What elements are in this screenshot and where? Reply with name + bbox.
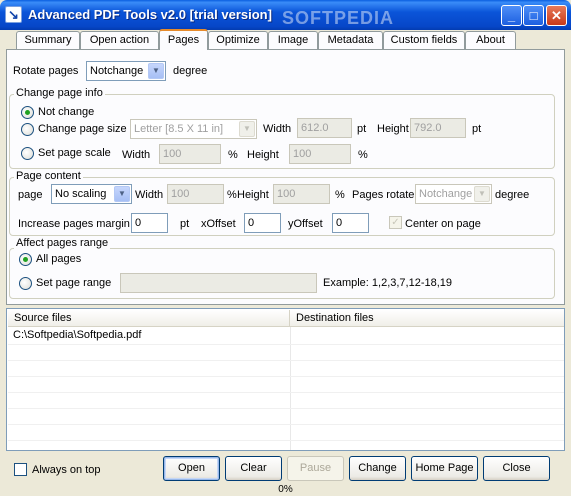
page-height-input[interactable]: 792.0	[410, 118, 466, 138]
column-divider	[290, 327, 291, 450]
softpedia-watermark: SOFTPEDIA	[282, 8, 395, 28]
chevron-down-icon[interactable]: ▼	[474, 186, 490, 202]
close-button[interactable]: Close	[483, 456, 550, 481]
chevron-down-icon[interactable]: ▼	[239, 121, 255, 137]
page-scaling-value: No scaling	[55, 188, 107, 200]
tab-image[interactable]: Image	[268, 31, 318, 49]
not-change-radio[interactable]	[21, 106, 34, 119]
chevron-down-icon[interactable]: ▼	[114, 186, 130, 202]
content-height-input[interactable]: 100	[273, 184, 330, 204]
set-page-range-label[interactable]: Set page range	[36, 277, 111, 289]
rotate-pages-unit: degree	[173, 65, 208, 77]
tab-custom-fields[interactable]: Custom fields	[383, 31, 465, 49]
xoffset-label: xOffset	[201, 218, 236, 230]
page-width-unit: pt	[357, 123, 367, 135]
page-content-legend: Page content	[14, 170, 83, 182]
pages-rotate-value: Notchange	[419, 188, 473, 200]
page-range-input[interactable]	[120, 273, 317, 293]
content-width-input[interactable]: 100	[167, 184, 224, 204]
clear-button[interactable]: Clear	[225, 456, 282, 481]
not-change-label[interactable]: Not change	[38, 106, 94, 118]
content-width-label: Width	[135, 189, 164, 201]
row-gridline	[8, 344, 564, 345]
row-gridline	[8, 376, 564, 377]
change-page-size-radio[interactable]	[21, 123, 34, 136]
pause-button[interactable]: Pause	[287, 456, 344, 481]
home-page-button[interactable]: Home Page	[411, 456, 478, 481]
margin-label: Increase pages margin	[18, 218, 130, 230]
destination-files-header[interactable]: Destination files	[290, 310, 564, 327]
page-width-input[interactable]: 612.0	[297, 118, 352, 138]
tab-metadata[interactable]: Metadata	[318, 31, 383, 49]
page-size-select[interactable]: Letter [8.5 X 11 in] ▼	[130, 119, 257, 139]
page-height-label: Height	[377, 123, 409, 135]
scale-width-input[interactable]: 100	[159, 144, 221, 164]
file-list[interactable]: Source files Destination files C:\Softpe…	[6, 308, 565, 451]
page-scaling-label: page	[18, 189, 43, 201]
chevron-down-icon[interactable]: ▼	[148, 63, 164, 79]
set-page-scale-radio[interactable]	[21, 147, 34, 160]
maximize-button[interactable]: □	[523, 5, 544, 26]
scale-height-unit: %	[358, 149, 368, 161]
row-gridline	[8, 360, 564, 361]
scale-height-input[interactable]: 100	[289, 144, 351, 164]
content-height-unit: %	[335, 189, 345, 201]
row-gridline	[8, 392, 564, 393]
scale-height-label: Height	[247, 149, 279, 161]
tab-summary[interactable]: Summary	[16, 31, 80, 49]
row-gridline	[8, 424, 564, 425]
page-scaling-select[interactable]: No scaling ▼	[51, 184, 132, 204]
row-gridline	[8, 440, 564, 441]
pages-rotate-select[interactable]: Notchange ▼	[415, 184, 492, 204]
center-on-page-label[interactable]: Center on page	[405, 218, 481, 230]
always-on-top-checkbox[interactable]	[14, 463, 27, 476]
page-width-label: Width	[263, 123, 292, 135]
source-files-header[interactable]: Source files	[8, 310, 290, 327]
margin-unit: pt	[180, 218, 190, 230]
content-width-unit: %	[227, 189, 237, 201]
table-row-source[interactable]: C:\Softpedia\Softpedia.pdf	[13, 329, 141, 341]
tab-open-action[interactable]: Open action	[80, 31, 159, 49]
page-size-value: Letter [8.5 X 11 in]	[134, 123, 224, 135]
set-page-range-radio[interactable]	[19, 277, 32, 290]
affect-range-legend: Affect pages range	[14, 237, 111, 249]
app-icon: ↘	[5, 6, 22, 23]
all-pages-label[interactable]: All pages	[36, 253, 81, 265]
pages-rotate-label: Pages rotate	[352, 189, 415, 201]
tab-optimize[interactable]: Optimize	[208, 31, 268, 49]
xoffset-input[interactable]: 0	[244, 213, 281, 233]
scale-width-label: Width	[122, 149, 151, 161]
close-window-button[interactable]: ✕	[546, 5, 567, 26]
all-pages-radio[interactable]	[19, 253, 32, 266]
yoffset-input[interactable]: 0	[332, 213, 369, 233]
pages-rotate-unit: degree	[495, 189, 530, 201]
change-button[interactable]: Change	[349, 456, 406, 481]
change-page-info-legend: Change page info	[14, 87, 105, 99]
content-height-label: Height	[237, 189, 269, 201]
window-title: Advanced PDF Tools v2.0 [trial version]	[28, 7, 272, 22]
tab-pages[interactable]: Pages	[159, 29, 208, 50]
progress-status: 0%	[278, 484, 293, 495]
open-button[interactable]: Open	[163, 456, 220, 481]
change-page-size-label[interactable]: Change page size	[38, 123, 127, 135]
rotate-pages-value: Notchange	[90, 65, 144, 77]
rotate-pages-select[interactable]: Notchange ▼	[86, 61, 166, 81]
tab-about[interactable]: About	[465, 31, 516, 49]
scale-width-unit: %	[228, 149, 238, 161]
yoffset-label: yOffset	[288, 218, 323, 230]
center-on-page-checkbox[interactable]: ✓	[389, 216, 402, 229]
rotate-pages-label: Rotate pages	[13, 65, 79, 77]
page-range-example: Example: 1,2,3,7,12-18,19	[323, 277, 453, 289]
set-page-scale-label[interactable]: Set page scale	[38, 147, 111, 159]
pages-tab-panel: Rotate pages Notchange ▼ degree Change p…	[6, 49, 565, 305]
page-height-unit: pt	[472, 123, 482, 135]
margin-input[interactable]: 0	[131, 213, 168, 233]
row-gridline	[8, 408, 564, 409]
minimize-button[interactable]: _	[501, 5, 522, 26]
always-on-top-label[interactable]: Always on top	[32, 464, 100, 476]
